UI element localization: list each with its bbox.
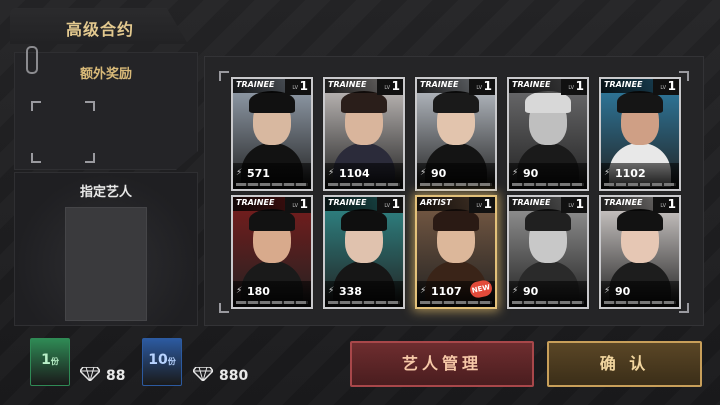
lightning-icon: ⚡: [420, 286, 427, 296]
corner-mark: [219, 303, 229, 313]
level-number: 1: [667, 79, 676, 93]
card-stripe: [328, 183, 400, 186]
card-brand: TRAINEE: [236, 198, 275, 207]
card-grid-panel: TRAINEE LV 1 ⚡ 571 TRAINEE LV 1 ⚡ 1104 TRAINEE LV 1 ⚡…: [204, 56, 704, 326]
level-number: 1: [391, 197, 400, 211]
card-stripe: [420, 301, 492, 304]
card-brand: TRAINEE: [328, 198, 367, 207]
lightning-icon: ⚡: [604, 168, 611, 178]
level-tag: LV: [476, 85, 482, 91]
power-value: 1107: [431, 285, 462, 298]
artist-card[interactable]: TRAINEE LV 1 ⚡ 90: [507, 77, 589, 191]
card-grid: TRAINEE LV 1 ⚡ 571 TRAINEE LV 1 ⚡ 1104 TRAINEE LV 1 ⚡…: [219, 71, 689, 313]
level-number: 1: [483, 79, 492, 93]
level-tag: LV: [476, 203, 482, 209]
bonus-label: 额外奖励: [79, 67, 132, 82]
power-value: 1102: [615, 167, 646, 180]
tier-count: 10份: [148, 352, 176, 368]
level-number: 1: [391, 79, 400, 93]
power-value: 1104: [339, 167, 370, 180]
confirm-button[interactable]: 确 认: [547, 341, 702, 387]
lightning-icon: ⚡: [420, 168, 427, 178]
level-number: 1: [299, 79, 308, 93]
tier-10-price: 880: [219, 368, 249, 384]
left-column: 额外奖励 指定艺人: [10, 46, 200, 328]
artist-card[interactable]: TRAINEE LV 1 ⚡ 90: [415, 77, 497, 191]
power-value: 180: [247, 285, 270, 298]
level-tag: LV: [292, 203, 298, 209]
diamond-icon: [80, 367, 100, 381]
artist-card[interactable]: ARTIST LV 1 ⚡ 1107 NEW: [415, 195, 497, 309]
card-brand: TRAINEE: [512, 198, 551, 207]
artist-card[interactable]: TRAINEE LV 1 ⚡ 90: [507, 195, 589, 309]
power-value: 90: [523, 167, 539, 180]
card-brand: TRAINEE: [236, 80, 275, 89]
artist-card[interactable]: TRAINEE LV 1 ⚡ 1104: [323, 77, 405, 191]
artist-card[interactable]: TRAINEE LV 1 ⚡ 1102: [599, 77, 681, 191]
card-stripe: [328, 301, 400, 304]
power-value: 571: [247, 167, 270, 180]
card-stripe: [512, 183, 584, 186]
artist-panel: 指定艺人: [14, 172, 198, 326]
card-brand: TRAINEE: [604, 80, 643, 89]
window-title: 高级合约: [66, 20, 135, 39]
bonus-slot[interactable]: [31, 101, 95, 163]
corner-mark: [31, 101, 41, 111]
card-stripe: [604, 183, 676, 186]
bonus-panel: 额外奖励: [14, 52, 198, 170]
lightning-icon: ⚡: [236, 286, 243, 296]
card-brand: ARTIST: [420, 198, 452, 207]
artist-card[interactable]: TRAINEE LV 1 ⚡ 571: [231, 77, 313, 191]
card-stripe: [512, 301, 584, 304]
level-number: 1: [667, 197, 676, 211]
power-value: 90: [615, 285, 631, 298]
level-number: 1: [483, 197, 492, 211]
lightning-icon: ⚡: [328, 168, 335, 178]
card-brand: TRAINEE: [328, 80, 367, 89]
level-number: 1: [575, 79, 584, 93]
tier-1-badge[interactable]: 1份: [30, 338, 70, 386]
card-stripe: [604, 301, 676, 304]
power-value: 90: [431, 167, 447, 180]
lightning-icon: ⚡: [604, 286, 611, 296]
lightning-icon: ⚡: [512, 168, 519, 178]
paperclip-icon: [26, 46, 38, 74]
level-number: 1: [575, 197, 584, 211]
artist-card[interactable]: TRAINEE LV 1 ⚡ 338: [323, 195, 405, 309]
corner-mark: [31, 153, 41, 163]
artist-card[interactable]: TRAINEE LV 1 ⚡ 90: [599, 195, 681, 309]
level-tag: LV: [660, 85, 666, 91]
artist-card[interactable]: TRAINEE LV 1 ⚡ 180: [231, 195, 313, 309]
tier-count: 1份: [41, 352, 59, 368]
power-value: 90: [523, 285, 539, 298]
corner-mark: [85, 101, 95, 111]
power-value: 338: [339, 285, 362, 298]
level-tag: LV: [384, 85, 390, 91]
diamond-icon: [193, 367, 213, 381]
card-brand: TRAINEE: [420, 80, 459, 89]
level-tag: LV: [568, 203, 574, 209]
level-tag: LV: [568, 85, 574, 91]
tier-1-price: 88: [106, 368, 126, 384]
tier-10-badge[interactable]: 10份: [142, 338, 182, 386]
card-brand: TRAINEE: [512, 80, 551, 89]
level-number: 1: [299, 197, 308, 211]
lightning-icon: ⚡: [236, 168, 243, 178]
artist-manage-button[interactable]: 艺人管理: [350, 341, 534, 387]
level-tag: LV: [384, 203, 390, 209]
lightning-icon: ⚡: [512, 286, 519, 296]
level-tag: LV: [292, 85, 298, 91]
corner-mark: [219, 71, 229, 81]
corner-mark: [85, 153, 95, 163]
lightning-icon: ⚡: [328, 286, 335, 296]
card-brand: TRAINEE: [604, 198, 643, 207]
card-stripe: [236, 301, 308, 304]
artist-label: 指定艺人: [79, 185, 132, 200]
level-tag: LV: [660, 203, 666, 209]
card-stripe: [420, 183, 492, 186]
card-stripe: [236, 183, 308, 186]
artist-slot[interactable]: [65, 207, 147, 321]
